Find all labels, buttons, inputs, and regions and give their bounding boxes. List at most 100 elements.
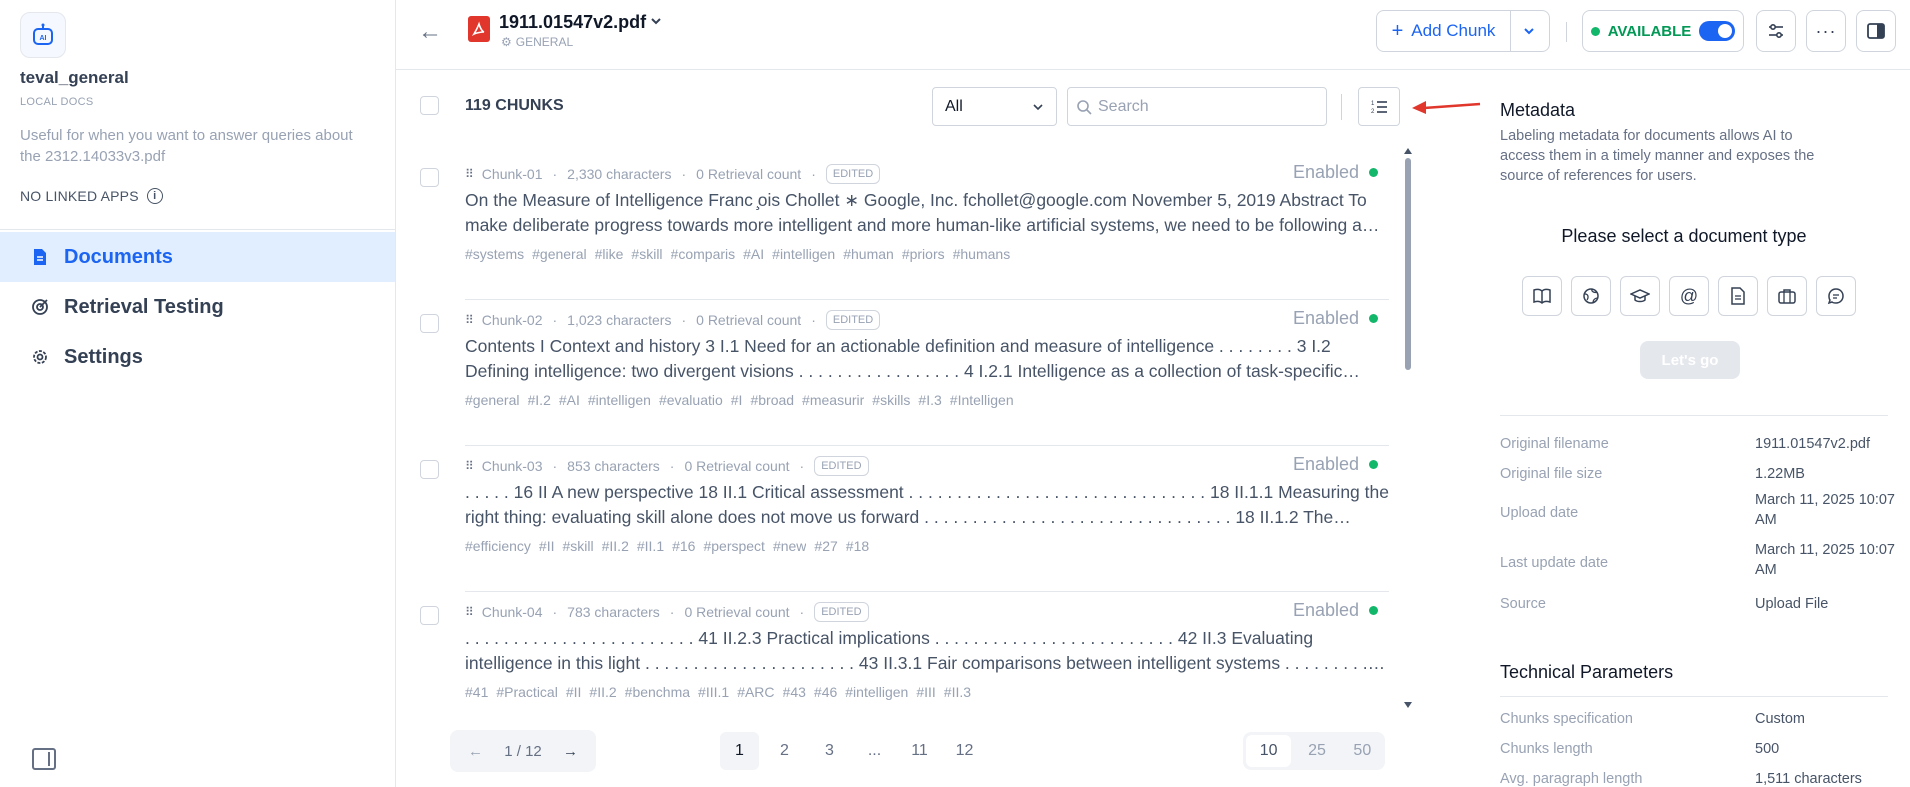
linked-apps: NO LINKED APPS i xyxy=(20,188,163,204)
field-value: 1911.01547v2.pdf xyxy=(1755,436,1871,452)
sidebar-item-label: Settings xyxy=(64,345,143,368)
app-name: teval_general xyxy=(20,68,129,87)
chunk-id: Chunk-04 xyxy=(481,604,543,620)
page-size-option[interactable]: 10 xyxy=(1246,735,1292,767)
status-dot xyxy=(1369,606,1378,615)
app-description: Useful for when you want to answer queri… xyxy=(20,127,353,165)
chunk-retrieval: 0 Retrieval count xyxy=(684,458,790,474)
keyword-tag: #efficiency xyxy=(465,538,531,554)
chunk-content: On the Measure of Intelligence Franc ̧oi… xyxy=(465,190,1380,235)
info-icon[interactable]: i xyxy=(146,188,163,204)
chunk-checkbox[interactable] xyxy=(420,460,439,479)
status-dot xyxy=(1369,168,1378,177)
keyword-tag: #priors xyxy=(901,246,945,262)
keyword-tag: #perspect xyxy=(703,538,765,554)
page-button[interactable]: 1 xyxy=(720,732,759,770)
status-filter-select[interactable]: All xyxy=(932,87,1057,126)
toggle-panel-button[interactable] xyxy=(1856,10,1896,52)
chunk-tags: #systems #general #like #skill #comparis… xyxy=(465,246,1010,262)
chunk-checkbox[interactable] xyxy=(420,314,439,333)
gear-small-icon: ⚙ xyxy=(501,35,512,49)
linked-apps-label: NO LINKED APPS xyxy=(20,188,139,204)
back-arrow-icon[interactable]: ← xyxy=(418,18,442,46)
page-button[interactable]: 3 xyxy=(810,732,849,770)
list-view-button[interactable]: 1 2 xyxy=(1358,87,1400,126)
chunk-retrieval: 0 Retrieval count xyxy=(696,166,802,182)
chunk-card[interactable]: ⠿ Chunk-01 · 2,330 characters · 0 Retrie… xyxy=(420,154,1389,300)
keyword-tag: #II.1 xyxy=(636,538,665,554)
keyword-tag: #16 xyxy=(672,538,696,554)
keyword-tag: #ARC xyxy=(737,684,775,700)
page-size-option[interactable]: 25 xyxy=(1294,732,1339,770)
drag-grip-icon: ⠿ xyxy=(465,605,474,619)
at-icon[interactable]: @ xyxy=(1669,276,1709,316)
batch-settings-button[interactable] xyxy=(1756,10,1796,52)
gear-icon xyxy=(30,347,50,367)
scrollbar-thumb[interactable] xyxy=(1405,158,1411,370)
chat-icon[interactable] xyxy=(1816,276,1856,316)
sidebar-item-documents[interactable]: Documents xyxy=(0,232,395,282)
chevron-down-icon[interactable] xyxy=(650,14,662,30)
keyword-tag: #intelligen xyxy=(772,246,836,262)
sidebar-item-settings[interactable]: Settings xyxy=(0,332,395,382)
keyword-tag: #systems xyxy=(465,246,525,262)
chunk-checkbox[interactable] xyxy=(420,606,439,625)
chunk-card[interactable]: ⠿ Chunk-04 · 783 characters · 0 Retrieva… xyxy=(420,592,1387,738)
meta-dot: · xyxy=(669,458,675,474)
status-toggle[interactable] xyxy=(1699,21,1736,41)
document-mode-label: GENERAL xyxy=(515,35,574,49)
prev-page-icon[interactable]: ← xyxy=(468,743,483,760)
add-chunk-button[interactable]: + Add Chunk xyxy=(1377,11,1511,51)
meta-dot: · xyxy=(681,312,687,328)
meta-dot: · xyxy=(552,458,558,474)
meta-dot: · xyxy=(669,604,675,620)
next-page-icon[interactable]: → xyxy=(563,743,578,760)
chunk-status-label: Enabled xyxy=(1292,162,1359,182)
toolbar-separator xyxy=(1341,94,1342,120)
lets-go-button[interactable]: Let's go xyxy=(1640,341,1740,379)
sidebar-item-retrieval-testing[interactable]: Retrieval Testing xyxy=(0,282,395,332)
select-all-checkbox[interactable] xyxy=(420,96,439,115)
globe-icon[interactable] xyxy=(1571,276,1611,316)
document-title[interactable]: 1911.01547v2.pdf xyxy=(499,12,646,33)
book-icon[interactable] xyxy=(1522,276,1562,316)
ordered-list-icon: 1 2 xyxy=(1371,101,1387,115)
page-indicator: 1 / 12 xyxy=(504,742,542,760)
doc-type-options: @ xyxy=(1522,276,1856,316)
chunk-checkbox[interactable] xyxy=(420,168,439,187)
field-label: Upload date xyxy=(1500,505,1579,521)
chunk-status: Enabled xyxy=(1293,162,1378,183)
document-mode: ⚙ GENERAL xyxy=(501,35,573,49)
page-button[interactable]: 12 xyxy=(945,732,984,770)
search-input[interactable]: Search xyxy=(1067,87,1327,126)
chunk-card[interactable]: ⠿ Chunk-02 · 1,023 characters · 0 Retrie… xyxy=(420,300,1389,446)
chunk-tags: #efficiency #II #skill #II.2 #II.1 #16 #… xyxy=(465,538,869,554)
file-icon[interactable] xyxy=(1718,276,1758,316)
side-panel-icon xyxy=(1867,23,1885,39)
page-stepper: ← 1 / 12 → xyxy=(450,730,596,772)
field-label: Last update date xyxy=(1500,555,1609,571)
meta-dot: · xyxy=(552,312,558,328)
svg-text:AI: AI xyxy=(40,35,47,42)
field-value: 1,511 characters xyxy=(1755,771,1862,787)
graduation-cap-icon[interactable] xyxy=(1620,276,1660,316)
page-size-option[interactable]: 50 xyxy=(1340,732,1385,770)
keyword-tag: #Intelligen xyxy=(949,392,1014,408)
briefcase-icon[interactable] xyxy=(1767,276,1807,316)
add-chunk-dropdown[interactable] xyxy=(1509,11,1549,51)
keyword-tag: #skill xyxy=(562,538,594,554)
sidebar-item-label: Documents xyxy=(64,245,173,268)
page-button[interactable]: 2 xyxy=(765,732,804,770)
more-options-button[interactable]: ··· xyxy=(1806,10,1846,52)
keyword-tag: #III xyxy=(916,684,936,700)
keyword-tag: #skills xyxy=(872,392,911,408)
field-value: Upload File xyxy=(1755,596,1829,612)
keyword-tag: #intelligen xyxy=(587,392,651,408)
panel-divider xyxy=(1500,696,1888,697)
sidebar-collapse-icon[interactable] xyxy=(32,748,56,770)
sidebar-item-label: Retrieval Testing xyxy=(64,295,224,318)
chunk-id: Chunk-02 xyxy=(481,312,543,328)
chunk-card[interactable]: ⠿ Chunk-03 · 853 characters · 0 Retrieva… xyxy=(420,446,1389,592)
keyword-tag: #AI xyxy=(558,392,580,408)
page-button[interactable]: 11 xyxy=(900,732,939,770)
